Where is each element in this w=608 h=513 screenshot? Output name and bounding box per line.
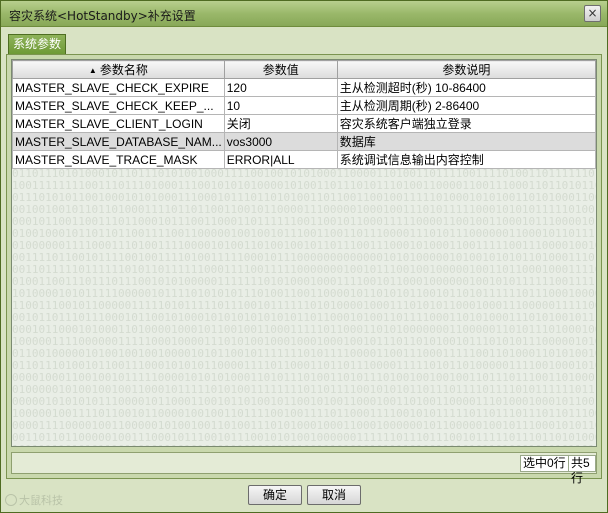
tab-panel: 0011000111110011110001011101111011100001… xyxy=(6,54,602,485)
selected-count: 选中0行 xyxy=(520,455,569,472)
table-row-selected[interactable]: MASTER_SLAVE_DATABASE_NAM... vos3000 数据库 xyxy=(12,132,596,151)
cell-value[interactable]: 10 xyxy=(223,96,338,115)
cell-description: 系统调试信息输出内容控制 xyxy=(336,150,596,169)
table-header-row: ▲ 参数名称 参数值 参数说明 xyxy=(12,60,596,79)
cell-description: 主从检测超时(秒) 10-86400 xyxy=(336,78,596,97)
table-row[interactable]: MASTER_SLAVE_CHECK_KEEP_... 10 主从检测周期(秒)… xyxy=(12,96,596,115)
ok-button[interactable]: 确定 xyxy=(248,485,302,505)
column-header-name[interactable]: ▲ 参数名称 xyxy=(12,60,225,79)
table-row[interactable]: MASTER_SLAVE_TRACE_MASK ERROR|ALL 系统调试信息… xyxy=(12,150,596,169)
window-title: 容灾系统<HotStandby>补充设置 xyxy=(9,9,196,23)
total-count: 共5行 xyxy=(568,455,596,485)
table-row[interactable]: MASTER_SLAVE_CLIENT_LOGIN 关闭 容灾系统客户端独立登录 xyxy=(12,114,596,133)
watermark-logo-icon xyxy=(5,494,17,506)
cell-description: 数据库 xyxy=(336,132,596,151)
close-button[interactable]: × xyxy=(584,5,601,22)
cell-value[interactable]: 120 xyxy=(223,78,338,97)
tab-system-params[interactable]: 系统参数 xyxy=(8,34,66,54)
cell-name: MASTER_SLAVE_DATABASE_NAM... xyxy=(12,132,225,151)
column-header-value[interactable]: 参数值 xyxy=(223,60,338,79)
dialog-window: 容灾系统<HotStandby>补充设置 × 系统参数 001100011111… xyxy=(0,0,608,513)
watermark: 大鼠科技 xyxy=(5,492,63,508)
close-icon: × xyxy=(587,6,598,20)
cell-name: MASTER_SLAVE_TRACE_MASK xyxy=(12,150,225,169)
sort-ascending-icon: ▲ xyxy=(88,66,97,75)
status-bar: 选中0行 共5行 xyxy=(11,452,597,485)
cell-description: 主从检测周期(秒) 2-86400 xyxy=(336,96,596,115)
cell-value[interactable]: vos3000 xyxy=(223,132,338,151)
cell-name: MASTER_SLAVE_CHECK_KEEP_... xyxy=(12,96,225,115)
cell-description: 容灾系统客户端独立登录 xyxy=(336,114,596,133)
title-bar[interactable]: 容灾系统<HotStandby>补充设置 × xyxy=(1,1,607,27)
params-table: ▲ 参数名称 参数值 参数说明 MASTER_SLAVE_CHECK_EXPIRE… xyxy=(12,60,596,169)
cancel-button[interactable]: 取消 xyxy=(307,485,361,505)
cell-name: MASTER_SLAVE_CHECK_EXPIRE xyxy=(12,78,225,97)
cell-value[interactable]: 关闭 xyxy=(223,114,338,133)
column-header-description[interactable]: 参数说明 xyxy=(336,60,596,79)
cell-value[interactable]: ERROR|ALL xyxy=(223,150,338,169)
cell-name: MASTER_SLAVE_CLIENT_LOGIN xyxy=(12,114,225,133)
table-row[interactable]: MASTER_SLAVE_CHECK_EXPIRE 120 主从检测超时(秒) … xyxy=(12,78,596,97)
params-grid[interactable]: 0011000111110011110001011101111011100001… xyxy=(11,59,597,447)
